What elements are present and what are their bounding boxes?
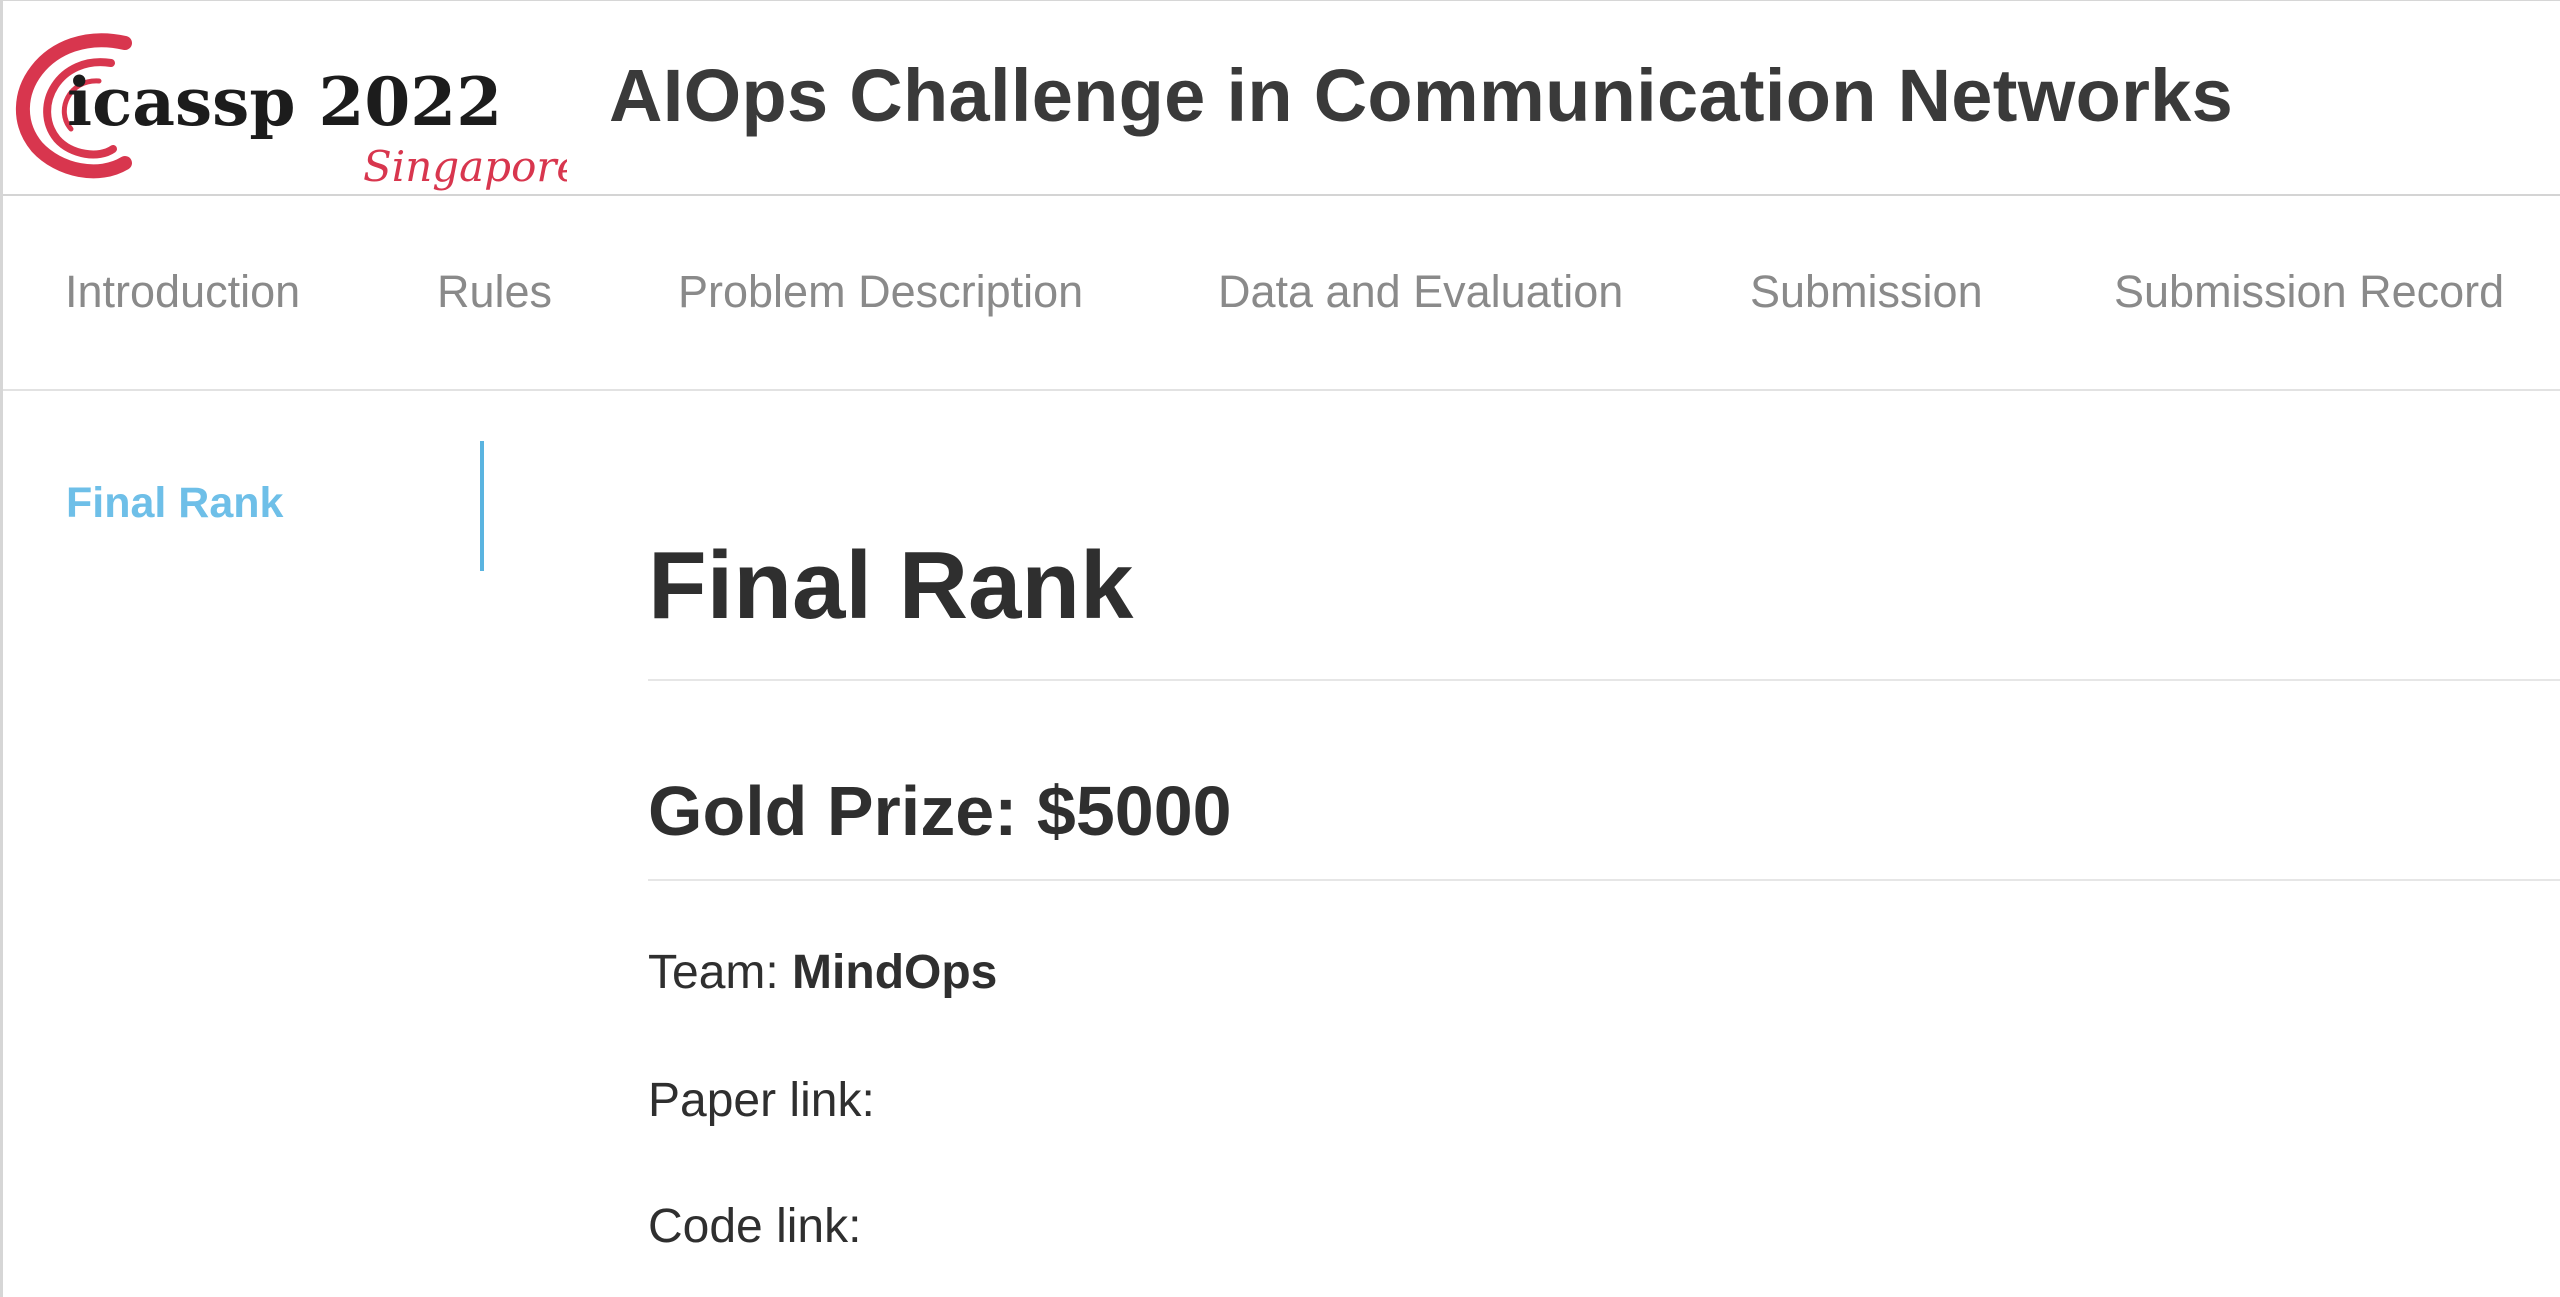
nav-item-introduction[interactable]: Introduction (65, 266, 300, 318)
team-value: MindOps (792, 946, 998, 999)
paper-link-label: Paper link: (648, 1074, 875, 1127)
team-line: Team: MindOps (648, 945, 997, 1000)
top-nav: Introduction Rules Problem Description D… (3, 198, 2560, 391)
nav-item-rules[interactable]: Rules (437, 266, 552, 318)
team-label: Team: (648, 946, 793, 999)
logo-location: Singapore (363, 142, 567, 191)
section-divider (648, 879, 2560, 881)
icassp-logo-graphic: icassp 2022 Singapore (15, 33, 567, 191)
sidebar-divider (480, 441, 484, 571)
site-title: AIOps Challenge in Communication Network… (609, 54, 2234, 137)
sidebar-item-final-rank[interactable]: Final Rank (66, 479, 283, 528)
code-link-line: Code link: (648, 1199, 861, 1254)
gold-prize-heading: Gold Prize: $5000 (648, 772, 1232, 850)
nav-item-problem-description[interactable]: Problem Description (678, 266, 1083, 318)
logo-wordmark: icassp 2022 (67, 63, 502, 141)
icassp-logo[interactable]: icassp 2022 Singapore (7, 29, 567, 199)
site-header: icassp 2022 Singapore AIOps Challenge in… (3, 1, 2560, 196)
code-link-label: Code link: (648, 1200, 862, 1253)
title-divider (648, 679, 2560, 681)
paper-link-line: Paper link: (648, 1073, 875, 1128)
page: icassp 2022 Singapore AIOps Challenge in… (0, 0, 2560, 1297)
nav-item-data-and-evaluation[interactable]: Data and Evaluation (1218, 266, 1623, 318)
nav-item-submission-record[interactable]: Submission Record (2114, 266, 2504, 318)
page-title: Final Rank (648, 532, 1134, 639)
nav-item-submission[interactable]: Submission (1750, 266, 1983, 318)
